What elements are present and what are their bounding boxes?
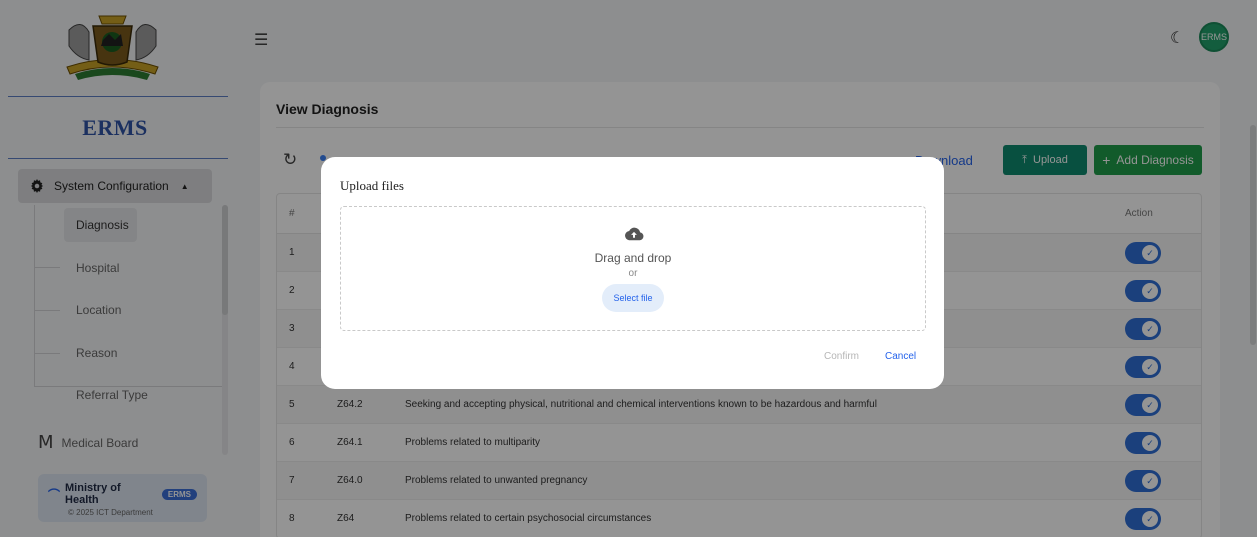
- cloud-upload-icon: [625, 227, 644, 241]
- select-file-button[interactable]: Select file: [602, 284, 664, 312]
- upload-files-dialog: Upload files Drag and drop or Select fil…: [321, 157, 944, 389]
- confirm-button[interactable]: Confirm: [824, 351, 859, 362]
- dialog-title: Upload files: [340, 178, 404, 193]
- cancel-button[interactable]: Cancel: [885, 351, 916, 362]
- drag-drop-text: Drag and drop: [594, 251, 672, 265]
- or-text: or: [628, 268, 638, 279]
- file-dropzone[interactable]: Drag and drop or Select file: [340, 206, 926, 331]
